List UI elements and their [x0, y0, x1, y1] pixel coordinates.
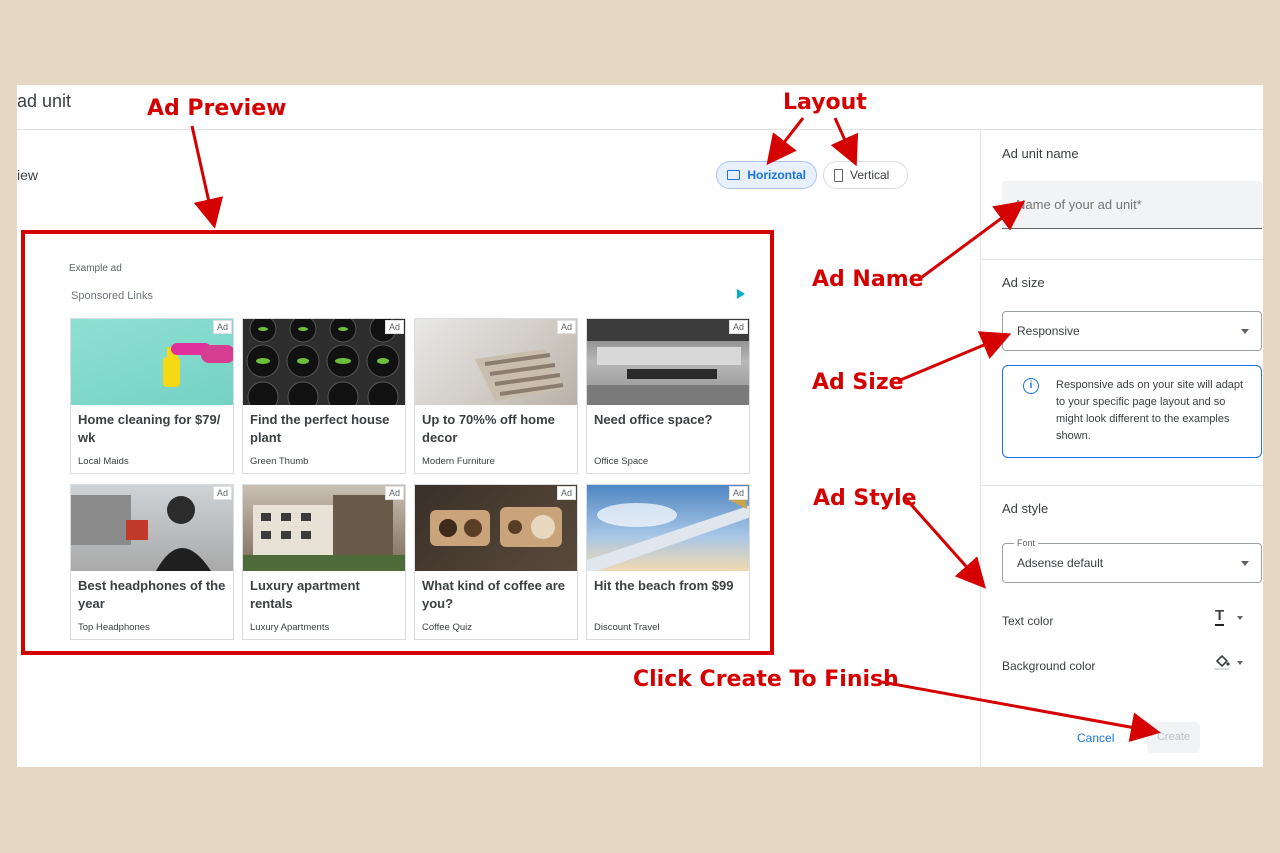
ad-badge[interactable]: Ad	[728, 486, 748, 500]
ad-image: Ad	[243, 319, 405, 413]
ad-title[interactable]: Luxury apartment rentals	[250, 577, 400, 613]
ad-advertiser: Discount Travel	[594, 622, 660, 633]
apartment-icon	[243, 495, 405, 571]
ad-title[interactable]: Find the perfect house plant	[250, 411, 400, 447]
ad-advertiser: Local Maids	[78, 456, 129, 467]
ad-badge[interactable]: Ad	[212, 486, 232, 500]
background-color-label: Background color	[1002, 659, 1096, 673]
font-value: Adsense default	[1017, 556, 1104, 570]
divider	[981, 485, 1263, 486]
divider	[981, 259, 1263, 260]
layout-horizontal-button[interactable]: Horizontal	[716, 161, 817, 189]
ad-advertiser: Modern Furniture	[422, 456, 495, 467]
preview-label: iew	[17, 167, 39, 183]
vertical-layout-icon	[834, 168, 843, 182]
info-icon: i	[1023, 378, 1039, 394]
ad-advertiser: Top Headphones	[78, 622, 150, 633]
ad-unit-name-input[interactable]	[1002, 181, 1262, 229]
ad-title[interactable]: Hit the beach from $99	[594, 577, 744, 595]
office-icon	[587, 319, 749, 405]
ad-card[interactable]: Ad Hit the beach from $99 Discount Trave…	[586, 484, 750, 640]
ad-card[interactable]: Ad Up to 70%% off home decor Modern Furn…	[414, 318, 578, 474]
chevron-down-icon	[1237, 616, 1243, 620]
ad-image: Ad	[415, 319, 577, 405]
ad-preview-box: Example ad Sponsored Links Ad Home clean…	[21, 230, 774, 655]
ad-unit-name-label: Ad unit name	[1002, 146, 1079, 161]
dropdown-arrow-icon	[1241, 329, 1249, 334]
ad-card[interactable]: Ad Find the perfect house plant Green Th…	[242, 318, 406, 474]
pillow-icon	[475, 349, 565, 401]
ad-badge[interactable]: Ad	[384, 486, 404, 500]
horizontal-layout-icon	[727, 170, 741, 180]
text-color-icon: T	[1215, 607, 1225, 626]
fill-bucket-icon	[1214, 654, 1230, 670]
example-ad-label: Example ad	[69, 263, 122, 274]
annotation-ad-preview: Ad Preview	[147, 96, 287, 121]
adchoices-icon[interactable]	[737, 289, 745, 299]
responsive-info-box: i Responsive ads on your site will adapt…	[1002, 365, 1262, 458]
ad-badge[interactable]: Ad	[212, 320, 232, 334]
ad-card[interactable]: Ad Home cleaning for $79/ wk Local Maids	[70, 318, 234, 474]
create-button[interactable]: Create	[1147, 722, 1200, 753]
annotation-ad-size: Ad Size	[812, 370, 904, 395]
headphones-person-icon	[71, 495, 211, 571]
ad-title[interactable]: Best headphones of the year	[78, 577, 228, 613]
ad-advertiser: Luxury Apartments	[250, 622, 330, 633]
ad-style-label: Ad style	[1002, 501, 1049, 516]
layout-vertical-button[interactable]: Vertical	[823, 161, 908, 189]
page-title: ad unit	[17, 91, 72, 111]
ad-image: Ad	[587, 485, 749, 571]
annotation-ad-style: Ad Style	[813, 486, 917, 511]
text-color-picker[interactable]: T	[1211, 608, 1251, 630]
annotation-ad-name: Ad Name	[812, 267, 924, 292]
layout-vertical-label: Vertical	[850, 168, 890, 182]
ad-badge[interactable]: Ad	[728, 320, 748, 334]
ad-size-select[interactable]: Responsive	[1002, 311, 1262, 351]
ad-advertiser: Office Space	[594, 456, 649, 467]
ad-title[interactable]: Need office space?	[594, 411, 744, 429]
annotation-layout: Layout	[783, 90, 867, 115]
ad-card[interactable]: Ad Best headphones of the year Top Headp…	[70, 484, 234, 640]
info-text: Responsive ads on your site will adapt t…	[1056, 379, 1244, 442]
settings-sidebar: Ad unit name Ad size Responsive i Respon…	[980, 130, 1263, 767]
ad-badge[interactable]: Ad	[556, 486, 576, 500]
ad-card[interactable]: Ad What kind of coffee are you? Coffee Q…	[414, 484, 578, 640]
ad-title[interactable]: What kind of coffee are you?	[422, 577, 572, 613]
spray-bottle-icon	[163, 343, 233, 387]
ad-image: Ad	[71, 319, 233, 405]
ad-advertiser: Coffee Quiz	[422, 622, 472, 633]
ad-image: Ad	[71, 485, 233, 571]
airplane-wing-icon	[587, 493, 749, 571]
dropdown-arrow-icon	[1241, 561, 1249, 566]
ad-image: Ad	[243, 485, 405, 571]
font-field-label: Font	[1014, 538, 1039, 548]
ad-badge[interactable]: Ad	[384, 320, 404, 334]
background-color-picker[interactable]	[1211, 653, 1251, 675]
annotation-click-create: Click Create To Finish	[633, 667, 899, 692]
ad-advertiser: Green Thumb	[250, 456, 309, 467]
ad-card[interactable]: Ad Luxury apartment rentals Luxury Apart…	[242, 484, 406, 640]
layout-horizontal-label: Horizontal	[747, 168, 806, 182]
ad-size-label: Ad size	[1002, 275, 1045, 290]
ad-badge[interactable]: Ad	[556, 320, 576, 334]
ad-image: Ad	[415, 485, 577, 571]
cancel-button[interactable]: Cancel	[1077, 731, 1114, 745]
coffee-icon	[430, 507, 562, 547]
ad-title[interactable]: Up to 70%% off home decor	[422, 411, 572, 447]
chevron-down-icon	[1237, 661, 1243, 665]
text-color-label: Text color	[1002, 614, 1054, 628]
plant-pots-icon	[246, 319, 400, 413]
ad-image: Ad	[587, 319, 749, 405]
ad-size-value: Responsive	[1017, 324, 1080, 338]
ad-title[interactable]: Home cleaning for $79/ wk	[78, 411, 228, 447]
font-select[interactable]: Adsense default	[1002, 543, 1262, 583]
adsense-screen: ad unit iew Horizontal Vertical Example …	[17, 85, 1263, 767]
sponsored-links-label: Sponsored Links	[71, 290, 153, 302]
ad-card[interactable]: Ad Need office space? Office Space	[586, 318, 750, 474]
